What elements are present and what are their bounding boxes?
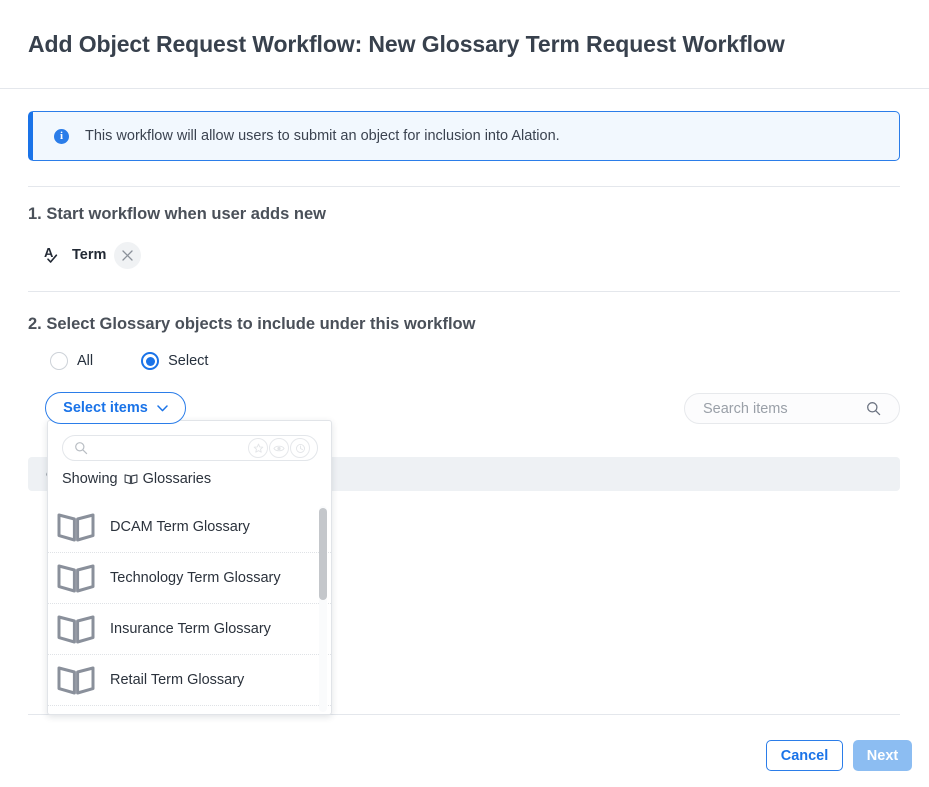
book-icon	[57, 615, 95, 644]
list-item[interactable]: Technology Term Glossary	[48, 553, 331, 604]
step-2-title: 2. Select Glossary objects to include un…	[28, 315, 476, 333]
eye-icon[interactable]	[269, 438, 289, 458]
divider	[28, 291, 900, 292]
close-icon	[122, 249, 134, 261]
glossary-list: DCAM Term Glossary Technology Term Gloss…	[48, 502, 331, 714]
eye-glyph	[273, 445, 285, 451]
radio-mark-select	[141, 352, 160, 370]
divider	[28, 186, 900, 187]
chip-label: Term	[72, 247, 107, 263]
radio-label-select: Select	[168, 353, 209, 369]
next-button[interactable]: Next	[853, 740, 912, 771]
scrollbar-thumb[interactable]	[319, 508, 327, 600]
select-items-button[interactable]: Select items	[45, 392, 186, 424]
search-items-placeholder: Search items	[703, 400, 788, 417]
dropdown-scrollbar[interactable]	[319, 506, 327, 712]
cancel-button[interactable]: Cancel	[766, 740, 843, 771]
svg-text:A: A	[44, 245, 54, 260]
showing-label: Glossaries	[142, 471, 212, 487]
chip-remove-button[interactable]	[114, 241, 142, 269]
book-icon	[57, 513, 95, 542]
star-glyph	[253, 443, 263, 453]
selected-object-type-chip: A Term	[44, 240, 142, 270]
showing-prefix: Showing	[62, 471, 118, 487]
info-banner: i This workflow will allow users to subm…	[28, 111, 900, 161]
book-icon	[57, 666, 95, 695]
clock-icon[interactable]	[290, 438, 310, 458]
search-items-field[interactable]: Search items	[684, 393, 900, 424]
list-item[interactable]: Insurance Term Glossary	[48, 604, 331, 655]
select-items-label: Select items	[63, 400, 148, 416]
info-banner-text: This workflow will allow users to submit…	[85, 128, 560, 144]
search-icon	[867, 402, 881, 416]
search-icon	[75, 442, 88, 455]
list-item-label: Retail Term Glossary	[110, 672, 245, 688]
radio-option-all[interactable]: All	[50, 352, 93, 370]
radio-option-select[interactable]: Select	[141, 352, 208, 370]
dropdown-showing-row: Showing Glossaries	[62, 471, 211, 487]
chevron-down-icon	[157, 404, 168, 411]
list-item-label: DCAM Term Glossary	[110, 519, 250, 535]
dropdown-filter-group	[248, 438, 310, 458]
dropdown-search-input[interactable]	[62, 435, 318, 461]
book-icon	[124, 474, 138, 485]
list-item[interactable]: DCAM Term Glossary	[48, 502, 331, 553]
star-icon[interactable]	[248, 438, 268, 458]
book-icon	[57, 564, 95, 593]
radio-mark-all	[50, 352, 68, 370]
select-items-dropdown: Showing Glossaries DCAM Term Glossary Te…	[47, 420, 332, 715]
page-title: Add Object Request Workflow: New Glossar…	[28, 30, 785, 57]
term-icon: A	[44, 245, 58, 263]
radio-label-all: All	[77, 353, 94, 369]
clock-glyph	[295, 443, 305, 453]
list-item-label: Technology Term Glossary	[110, 570, 281, 586]
add-object-request-workflow-dialog: Add Object Request Workflow: New Glossar…	[0, 0, 929, 787]
dialog-header: Add Object Request Workflow: New Glossar…	[0, 0, 929, 89]
scope-radio-group: All Select	[50, 352, 208, 370]
list-item[interactable]: Retail Term Glossary	[48, 655, 331, 706]
step-1-title: 1. Start workflow when user adds new	[28, 205, 326, 223]
list-item-label: Insurance Term Glossary	[110, 621, 271, 637]
info-icon: i	[54, 128, 69, 144]
